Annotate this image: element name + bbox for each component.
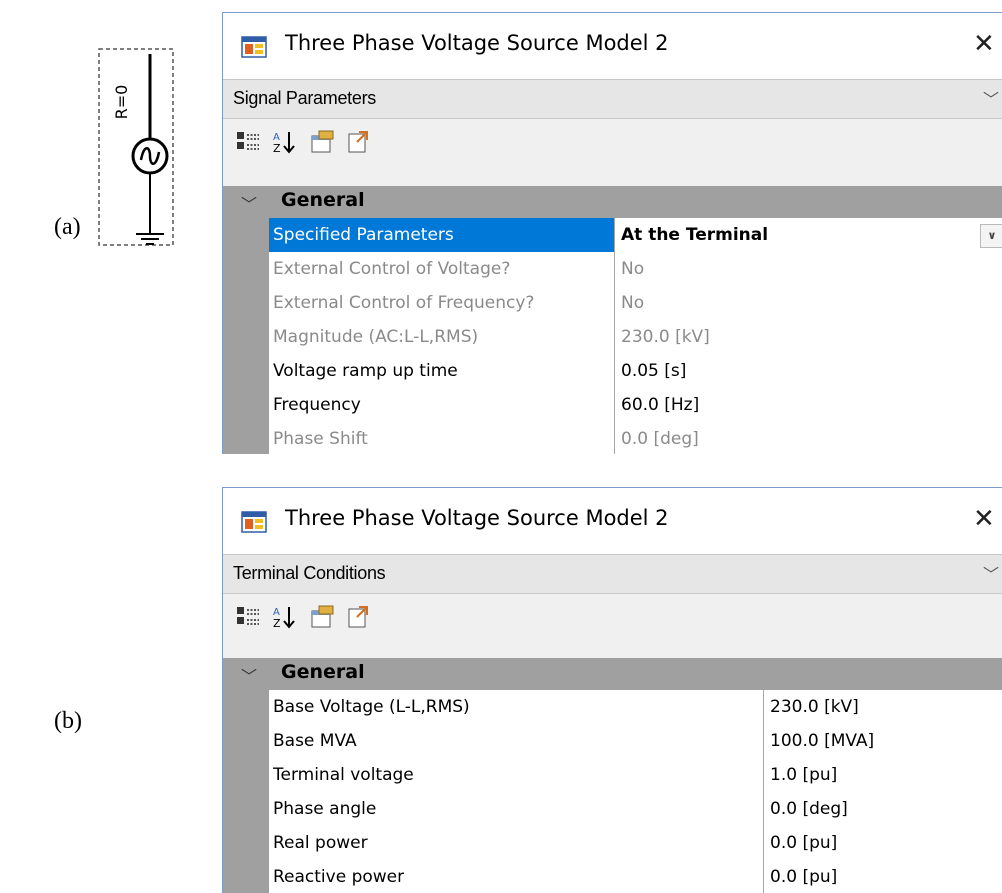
property-row[interactable]: Phase angle 0.0 [deg]: [269, 792, 1002, 827]
close-icon[interactable]: ✕: [973, 29, 995, 59]
chevron-down-icon[interactable]: ﹀: [983, 561, 999, 585]
categorized-view-icon[interactable]: [235, 129, 261, 155]
property-row[interactable]: Magnitude (AC:L-L,RMS) 230.0 [kV]: [269, 320, 1002, 355]
property-value-dropdown[interactable]: At the Terminal ∨: [614, 218, 1002, 252]
property-name: Phase angle: [273, 799, 377, 819]
property-name: Real power: [273, 833, 368, 853]
resistance-label: R=0: [112, 84, 131, 120]
grid-gutter: [223, 218, 269, 454]
parameter-group-select[interactable]: Terminal Conditions ﹀: [223, 554, 1002, 594]
property-name: Magnitude (AC:L-L,RMS): [273, 327, 479, 347]
property-value-input[interactable]: 60.0 [Hz]: [614, 388, 1002, 422]
title-bar[interactable]: Three Phase Voltage Source Model 2 ✕: [223, 488, 1002, 554]
property-name: External Control of Voltage?: [273, 259, 511, 279]
selected-group: Terminal Conditions: [233, 563, 386, 583]
figure-label-a: (a): [54, 214, 81, 240]
property-grid: Specified Parameters At the Terminal ∨ Ex…: [223, 218, 1002, 454]
property-name: Base MVA: [273, 731, 357, 751]
property-row[interactable]: Terminal voltage 1.0 [pu]: [269, 758, 1002, 793]
property-name: Phase Shift: [273, 429, 368, 449]
category-title: General: [281, 189, 365, 211]
export-icon[interactable]: [345, 604, 371, 630]
property-toolbar: AZ: [223, 119, 1002, 165]
property-row[interactable]: Real power 0.0 [pu]: [269, 826, 1002, 861]
property-row[interactable]: Base Voltage (L-L,RMS) 230.0 [kV]: [269, 690, 1002, 725]
collapse-chevron-icon[interactable]: ﹀: [241, 663, 257, 687]
property-name: External Control of Frequency?: [273, 293, 535, 313]
app-icon: [241, 510, 267, 534]
collapse-chevron-icon[interactable]: ﹀: [241, 191, 257, 215]
property-row[interactable]: External Control of Frequency? No: [269, 286, 1002, 321]
category-general[interactable]: ﹀ General: [223, 186, 1002, 218]
window-title: Three Phase Voltage Source Model 2: [285, 31, 669, 55]
close-icon[interactable]: ✕: [973, 504, 995, 534]
property-value-input[interactable]: 1.0 [pu]: [763, 758, 1002, 792]
category-general[interactable]: ﹀ General: [223, 658, 1002, 690]
property-value-input[interactable]: 0.0 [pu]: [763, 860, 1002, 893]
window-title: Three Phase Voltage Source Model 2: [285, 506, 669, 530]
property-row[interactable]: Voltage ramp up time 0.05 [s]: [269, 354, 1002, 389]
property-name: Specified Parameters: [273, 225, 454, 245]
dropdown-chevron-icon[interactable]: ∨: [980, 224, 1002, 248]
parameter-group-select[interactable]: Signal Parameters ﹀: [223, 79, 1002, 119]
app-icon: [241, 35, 267, 59]
property-value: 230.0 [kV]: [614, 320, 1002, 354]
properties-window-terminal: Three Phase Voltage Source Model 2 ✕ Ter…: [222, 487, 1002, 893]
title-bar[interactable]: Three Phase Voltage Source Model 2 ✕: [223, 13, 1002, 79]
property-row[interactable]: Reactive power 0.0 [pu]: [269, 860, 1002, 893]
property-pages-icon[interactable]: [309, 129, 335, 155]
property-row[interactable]: Base MVA 100.0 [MVA]: [269, 724, 1002, 759]
properties-window-signal: Three Phase Voltage Source Model 2 ✕ Sig…: [222, 12, 1002, 454]
svg-text:Z: Z: [273, 617, 281, 630]
property-value-input[interactable]: 0.0 [deg]: [763, 792, 1002, 826]
property-value: At the Terminal: [621, 225, 769, 245]
property-value-input[interactable]: 0.05 [s]: [614, 354, 1002, 388]
property-value-input[interactable]: 100.0 [MVA]: [763, 724, 1002, 758]
property-grid: Base Voltage (L-L,RMS) 230.0 [kV] Base M…: [223, 690, 1002, 893]
alphabetical-sort-icon[interactable]: AZ: [271, 604, 297, 630]
svg-text:Z: Z: [273, 142, 281, 155]
categorized-view-icon[interactable]: [235, 604, 261, 630]
property-name: Reactive power: [273, 867, 405, 887]
property-toolbar: AZ: [223, 594, 1002, 640]
property-pages-icon[interactable]: [309, 604, 335, 630]
property-row[interactable]: Frequency 60.0 [Hz]: [269, 388, 1002, 423]
property-name: Frequency: [273, 395, 361, 415]
property-row[interactable]: Specified Parameters At the Terminal ∨: [269, 218, 1002, 253]
property-row[interactable]: External Control of Voltage? No: [269, 252, 1002, 287]
property-value: No: [614, 252, 1002, 286]
property-value: 0.0 [deg]: [614, 422, 1002, 454]
category-title: General: [281, 661, 365, 683]
chevron-down-icon[interactable]: ﹀: [983, 86, 999, 110]
property-name: Voltage ramp up time: [273, 361, 458, 381]
property-value-input[interactable]: 230.0 [kV]: [763, 690, 1002, 724]
figure-label-b: (b): [54, 708, 82, 734]
voltage-source-schematic: R=0: [98, 48, 174, 248]
property-name: Base Voltage (L-L,RMS): [273, 697, 470, 717]
property-row[interactable]: Phase Shift 0.0 [deg]: [269, 422, 1002, 454]
alphabetical-sort-icon[interactable]: AZ: [271, 129, 297, 155]
grid-gutter: [223, 690, 269, 893]
property-value-input[interactable]: 0.0 [pu]: [763, 826, 1002, 860]
property-name: Terminal voltage: [273, 765, 414, 785]
property-value: No: [614, 286, 1002, 320]
selected-group: Signal Parameters: [233, 88, 376, 108]
export-icon[interactable]: [345, 129, 371, 155]
